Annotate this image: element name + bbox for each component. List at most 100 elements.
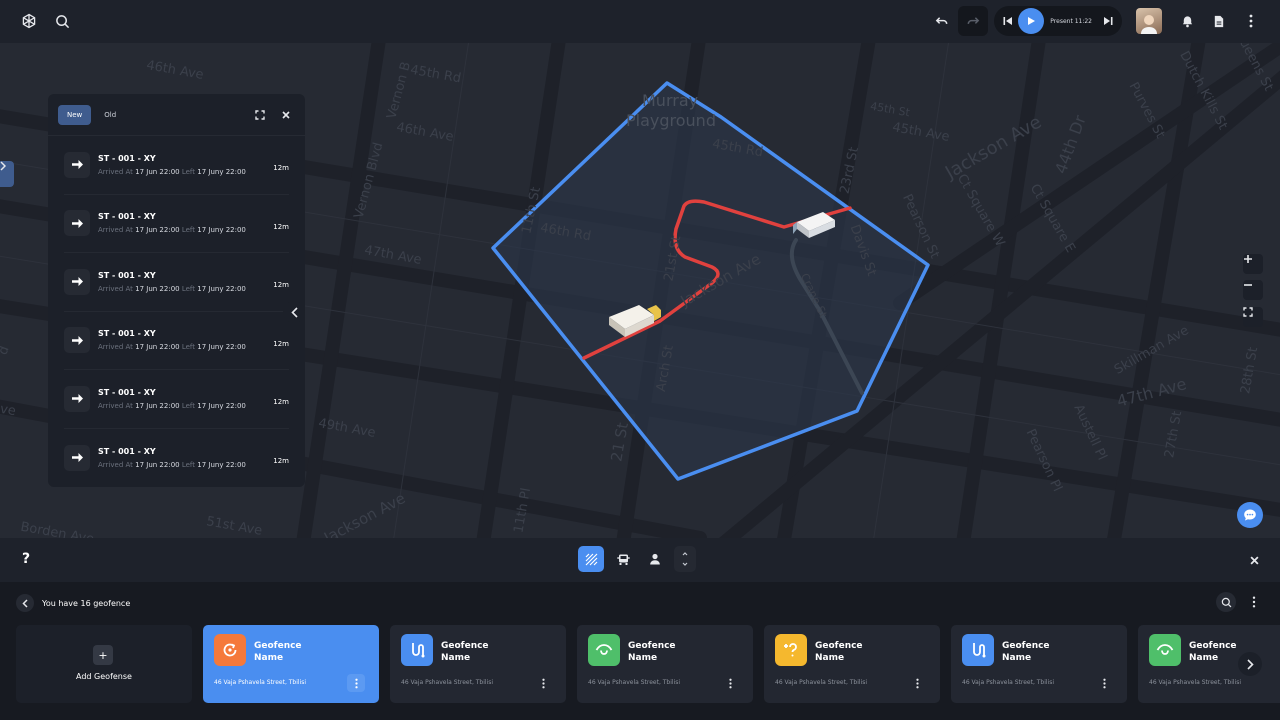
app-logo-button[interactable]: [14, 6, 44, 36]
drivers-layer-button[interactable]: [642, 546, 668, 572]
add-geofence-card[interactable]: + Add Geofense: [16, 625, 192, 703]
stop-info: ST - 001 - XY Arrived At 17 Jun 22:00 Le…: [98, 271, 246, 293]
stop-list-item[interactable]: ST - 001 - XY Arrived At 17 Jun 22:00 Le…: [64, 312, 289, 370]
toolbar-close-button[interactable]: [1244, 550, 1264, 570]
route-icon: [401, 634, 433, 666]
stop-list-item[interactable]: ST - 001 - XY Arrived At 17 Jun 22:00 Le…: [64, 136, 289, 195]
redo-button[interactable]: [958, 6, 989, 36]
stop-duration: 12m: [273, 339, 289, 348]
stop-times: Arrived At 17 Jun 22:00 Left 17 Juny 22:…: [98, 343, 246, 351]
left-value: 17 Juny 22:00: [197, 343, 246, 352]
arrived-value: 17 Jun 22:00: [135, 167, 180, 176]
geofence-search-button[interactable]: [1216, 592, 1236, 612]
geofence-section: You have 16 geofence + Add Geofense Geof…: [0, 582, 1280, 720]
zoom-out-button[interactable]: [1243, 280, 1263, 300]
search-button[interactable]: [47, 6, 77, 36]
left-label: Left: [181, 401, 196, 410]
vehicles-layer-button[interactable]: [610, 546, 636, 572]
geofence-menu-button[interactable]: [1095, 674, 1113, 692]
geofence-menu-button[interactable]: [721, 674, 739, 692]
top-bar-left: [14, 6, 77, 36]
top-bar: Present 11:22: [0, 0, 1280, 43]
play-button[interactable]: [1018, 8, 1045, 34]
side-panel-toggle[interactable]: [0, 161, 14, 187]
panel-expand-button[interactable]: [251, 106, 269, 124]
left-label: Left: [181, 167, 196, 176]
stop-info: ST - 001 - XY Arrived At 17 Jun 22:00 Le…: [98, 154, 246, 176]
stop-list-item[interactable]: ST - 001 - XY Arrived At 17 Jun 22:00 Le…: [64, 253, 289, 312]
toolbar-expand-button[interactable]: [674, 546, 696, 572]
geofence-card[interactable]: Geofence Name 46 Vaja Pshavela Street, T…: [951, 625, 1127, 703]
geofence-address: 46 Vaja Pshavela Street, Tbilisi: [214, 679, 307, 686]
geofence-layer-button[interactable]: [578, 546, 604, 572]
stop-list-item[interactable]: ST - 001 - XY Arrived At 17 Jun 22:00 Le…: [64, 370, 289, 429]
geofence-title: Geofence Name: [628, 641, 676, 663]
arrow-right-icon: [64, 210, 90, 237]
geofence-more-button[interactable]: [1244, 592, 1264, 612]
geofence-title: Geofence Name: [815, 641, 863, 663]
geofence-title: Geofence Name: [1002, 641, 1050, 663]
search-icon: [55, 14, 69, 28]
geofence-card[interactable]: Geofence Name 46 Vaja Pshavela Street, T…: [203, 625, 379, 703]
stops-panel: New Old ST - 001 - XY Arrived At 17 Jun …: [48, 94, 305, 487]
stop-times: Arrived At 17 Jun 22:00 Left 17 Juny 22:…: [98, 402, 246, 410]
more-menu-button[interactable]: [1236, 6, 1266, 36]
geofence-address: 46 Vaja Pshavela Street, Tbilisi: [1149, 679, 1242, 686]
stop-info: ST - 001 - XY Arrived At 17 Jun 22:00 Le…: [98, 329, 246, 351]
panel-collapse-button[interactable]: [283, 301, 305, 323]
arrow-right-icon: [64, 444, 90, 471]
stop-list-item[interactable]: ST - 001 - XY Arrived At 17 Jun 22:00 Le…: [64, 195, 289, 253]
geofence-menu-button[interactable]: [534, 674, 552, 692]
arrived-label: Arrived At: [98, 343, 133, 352]
skip-forward-button[interactable]: [1098, 6, 1118, 36]
geofence-menu-button[interactable]: [347, 674, 365, 692]
geofence-address: 46 Vaja Pshavela Street, Tbilisi: [401, 679, 494, 686]
arrived-value: 17 Jun 22:00: [135, 460, 180, 469]
stop-times: Arrived At 17 Jun 22:00 Left 17 Juny 22:…: [98, 461, 246, 469]
more-vertical-icon: [1252, 596, 1256, 608]
geofence-circle-icon: [214, 634, 246, 666]
stops-panel-header: New Old: [48, 94, 305, 136]
geofence-cards: + Add Geofense Geofence Name 46 Vaja Psh…: [16, 625, 1280, 703]
zoom-in-button[interactable]: [1243, 254, 1263, 274]
stop-duration: 12m: [273, 456, 289, 465]
geofence-card[interactable]: Geofence Name 46 Vaja Pshavela Street, T…: [390, 625, 566, 703]
document-button[interactable]: [1204, 6, 1234, 36]
arrived-label: Arrived At: [98, 401, 133, 410]
bottom-toolbar: ?: [0, 538, 1280, 582]
avatar-person-icon: [1141, 15, 1157, 34]
help-button[interactable]: ?: [22, 551, 30, 567]
stop-list-item[interactable]: ST - 001 - XY Arrived At 17 Jun 22:00 Le…: [64, 429, 289, 488]
geofence-card[interactable]: Geofence Name 46 Vaja Pshavela Street, T…: [764, 625, 940, 703]
geofence-menu-button[interactable]: [908, 674, 926, 692]
cards-next-button[interactable]: [1238, 652, 1262, 676]
left-label: Left: [181, 460, 196, 469]
left-label: Left: [181, 343, 196, 352]
geofence-card[interactable]: Geofence Name 46 Vaja Pshavela Street, T…: [577, 625, 753, 703]
stop-times: Arrived At 17 Jun 22:00 Left 17 Juny 22:…: [98, 168, 246, 176]
chat-button[interactable]: [1237, 502, 1263, 528]
back-button[interactable]: [16, 594, 34, 612]
arrived-label: Arrived At: [98, 167, 133, 176]
arrow-right-icon: [64, 268, 90, 295]
more-vertical-icon: [541, 678, 545, 688]
arrow-right-icon: [64, 151, 90, 178]
map-poi-label: Murray: [642, 91, 699, 110]
map-fullscreen-button[interactable]: [1243, 307, 1263, 327]
more-vertical-icon: [354, 678, 358, 688]
close-icon: [282, 110, 290, 119]
undo-button[interactable]: [926, 6, 956, 36]
chevron-left-icon: [22, 598, 28, 608]
tab-old[interactable]: Old: [95, 105, 125, 125]
left-label: Left: [181, 284, 196, 293]
user-avatar[interactable]: [1136, 8, 1162, 34]
tab-new[interactable]: New: [58, 104, 92, 125]
add-geofence-label: Add Geofense: [76, 672, 132, 681]
chat-bubble-icon: [1244, 509, 1256, 521]
panel-close-button[interactable]: [277, 106, 295, 124]
left-value: 17 Juny 22:00: [197, 167, 246, 176]
notifications-button[interactable]: [1172, 6, 1202, 36]
skip-back-button[interactable]: [998, 6, 1018, 36]
hatch-pattern-icon: [585, 553, 597, 565]
present-time-label: Present 11:22: [1050, 17, 1092, 25]
